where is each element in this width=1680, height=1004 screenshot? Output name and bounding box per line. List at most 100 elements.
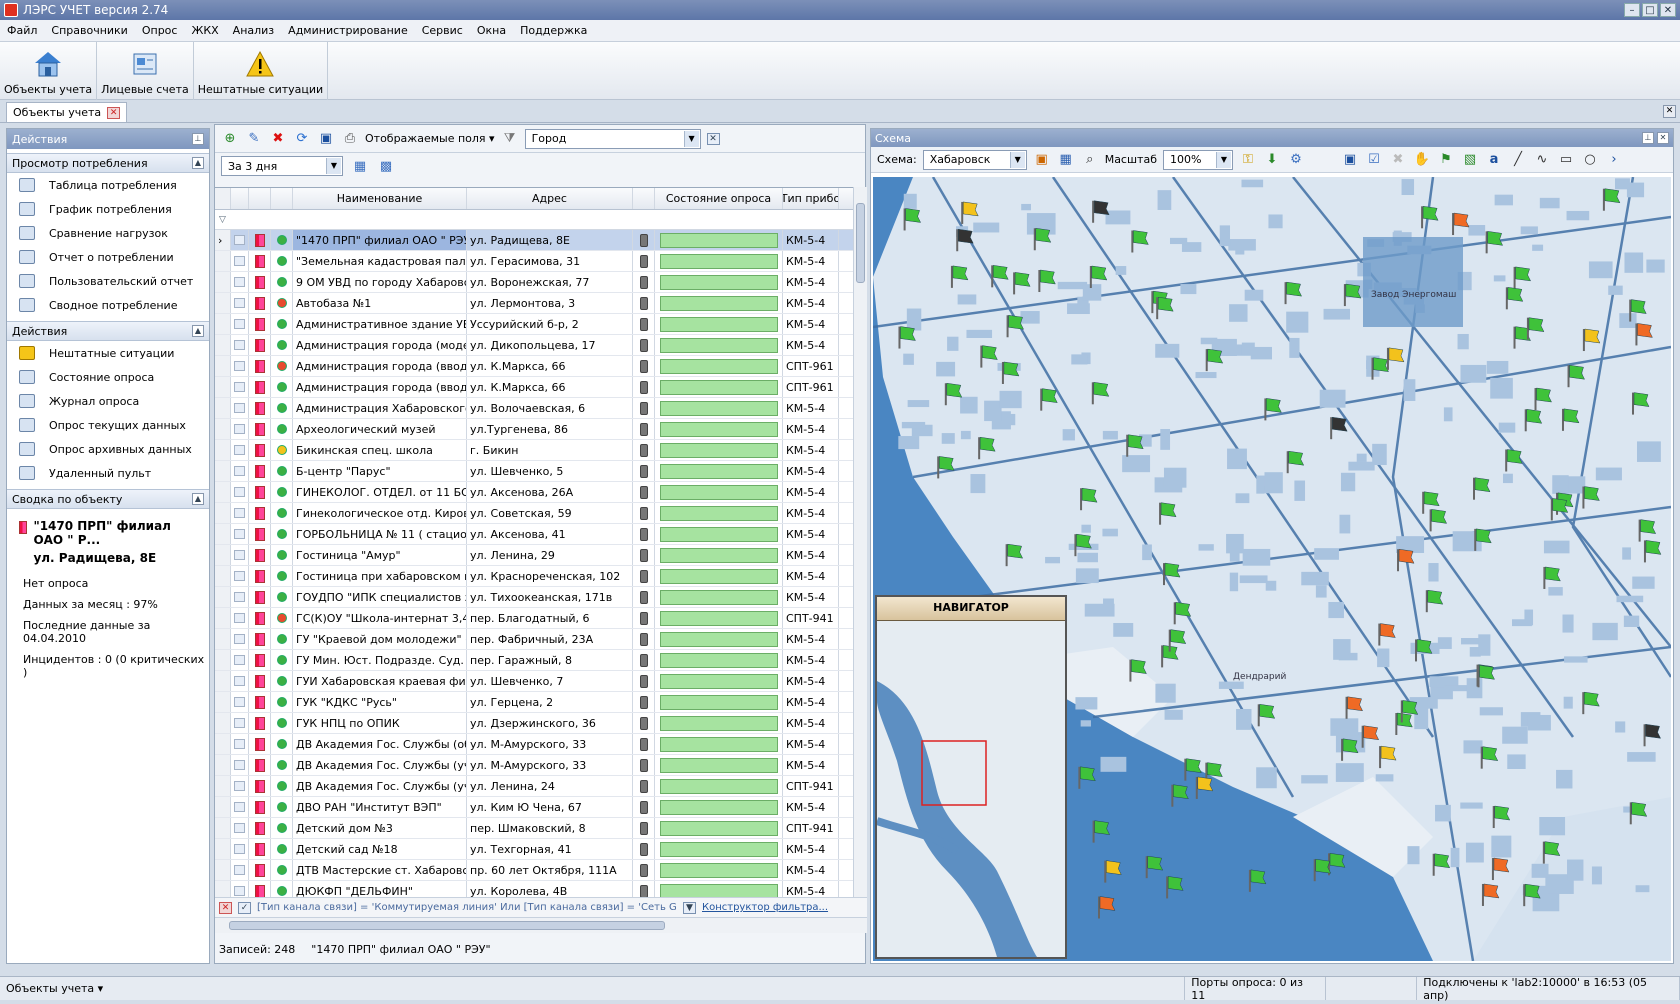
checkbox-icon[interactable] bbox=[234, 256, 245, 266]
table-row[interactable]: Детский сад №18 ул. Техгорная, 41 КМ-5-4 bbox=[215, 839, 853, 860]
collapse-icon[interactable]: ▲ bbox=[192, 325, 204, 337]
checkbox-icon[interactable] bbox=[234, 382, 245, 392]
table-row[interactable]: Администрация города (ввод ... ул. К.Марк… bbox=[215, 356, 853, 377]
flag-icon[interactable]: ⚑ bbox=[1437, 151, 1455, 169]
lp-user-report[interactable]: Пользовательский отчет bbox=[7, 269, 209, 293]
table-row[interactable]: Детский дом №3 пер. Шмаковский, 8 СПТ-941 bbox=[215, 818, 853, 839]
menu-file[interactable]: Файл bbox=[0, 24, 44, 37]
checkbox-icon[interactable] bbox=[234, 466, 245, 476]
table-row[interactable]: ГУИ Хабаровская краевая фил... ул. Шевчен… bbox=[215, 671, 853, 692]
table-row[interactable]: ГУК НПЦ по ОПИК ул. Дзержинского, 36 КМ-5-… bbox=[215, 713, 853, 734]
menu-poll[interactable]: Опрос bbox=[135, 24, 185, 37]
row-checkbox[interactable] bbox=[231, 335, 249, 355]
checkbox-icon[interactable] bbox=[234, 718, 245, 728]
lp-consumption-chart[interactable]: График потребления bbox=[7, 197, 209, 221]
fit-icon[interactable]: ▦ bbox=[1057, 151, 1075, 169]
checkbox-icon[interactable] bbox=[234, 361, 245, 371]
row-checkbox[interactable] bbox=[231, 839, 249, 859]
header-device-type[interactable]: Тип прибо bbox=[783, 188, 839, 209]
lp-consumption-report[interactable]: Отчет о потреблении bbox=[7, 245, 209, 269]
checkbox-icon[interactable] bbox=[234, 550, 245, 560]
table-row[interactable]: Гинекологическое отд. Киров... ул. Советс… bbox=[215, 503, 853, 524]
menu-analysis[interactable]: Анализ bbox=[226, 24, 282, 37]
row-checkbox[interactable] bbox=[231, 755, 249, 775]
filter-dropdown-icon[interactable]: ▼ bbox=[683, 901, 696, 914]
table-row[interactable]: ДЮКФП "ДЕЛЬФИН" ул. Королева, 4В КМ-5-4 bbox=[215, 881, 853, 897]
lp-poll-current[interactable]: Опрос текущих данных bbox=[7, 413, 209, 437]
table-row[interactable]: Гостиница "Амур" ул. Ленина, 29 КМ-5-4 bbox=[215, 545, 853, 566]
checkbox-icon[interactable] bbox=[234, 424, 245, 434]
ribbon-incidents-button[interactable]: Нештатные ситуации bbox=[194, 42, 329, 100]
checkbox-icon[interactable] bbox=[234, 823, 245, 833]
checkbox-icon[interactable] bbox=[234, 739, 245, 749]
line-icon[interactable]: ╱ bbox=[1509, 151, 1527, 169]
header-type[interactable] bbox=[249, 188, 271, 209]
section-consumption-header[interactable]: Просмотр потребления ▲ bbox=[7, 153, 209, 173]
table-row[interactable]: ДВО РАН "Институт ВЭП" ул. Ким Ю Чена, 67… bbox=[215, 797, 853, 818]
auto-filter-row[interactable]: ▽ bbox=[215, 210, 853, 230]
header-state[interactable] bbox=[271, 188, 293, 209]
table-row[interactable]: ГУ "Краевой дом молодежи" (... пер. Фабри… bbox=[215, 629, 853, 650]
row-checkbox[interactable] bbox=[231, 293, 249, 313]
edit-icon[interactable]: ✎ bbox=[245, 130, 263, 148]
checkbox-icon[interactable] bbox=[234, 403, 245, 413]
checkbox-icon[interactable] bbox=[234, 529, 245, 539]
display-fields-button[interactable]: Отображаемые поля ▾ bbox=[365, 132, 495, 145]
section-summary-header[interactable]: Сводка по объекту ▲ bbox=[7, 489, 209, 509]
clear-filter-icon[interactable]: ✕ bbox=[219, 901, 232, 914]
row-checkbox[interactable] bbox=[231, 398, 249, 418]
row-checkbox[interactable] bbox=[231, 419, 249, 439]
close-window-button[interactable]: ✕ bbox=[1660, 3, 1676, 17]
refresh-icon[interactable]: ⟳ bbox=[293, 130, 311, 148]
tab-objects[interactable]: Объекты учета ✕ bbox=[6, 102, 128, 122]
lp-incidents[interactable]: Нештатные ситуации bbox=[7, 341, 209, 365]
navigator-minimap[interactable] bbox=[875, 621, 1065, 957]
table-row[interactable]: ГОУДПО "ИПК специалистов з... ул. Тихооке… bbox=[215, 587, 853, 608]
table-row[interactable]: ДТВ Мастерские ст. Хабаровск... пр. 60 ле… bbox=[215, 860, 853, 881]
save-icon[interactable]: ▣ bbox=[1341, 151, 1359, 169]
checkbox-icon[interactable] bbox=[234, 802, 245, 812]
header-device[interactable] bbox=[633, 188, 655, 209]
checkbox-icon[interactable] bbox=[234, 340, 245, 350]
checkbox-icon[interactable] bbox=[234, 844, 245, 854]
row-checkbox[interactable] bbox=[231, 860, 249, 880]
menu-housing[interactable]: ЖКХ bbox=[184, 24, 225, 37]
close-tab-icon[interactable]: ✕ bbox=[107, 106, 121, 119]
checkbox-icon[interactable] bbox=[234, 571, 245, 581]
table-row[interactable]: Администрация города (модем) ул. Дикополь… bbox=[215, 335, 853, 356]
header-poll-state[interactable]: Состояние опроса bbox=[655, 188, 783, 209]
menu-windows[interactable]: Окна bbox=[470, 24, 513, 37]
chevron-down-icon[interactable]: ▼ bbox=[1009, 151, 1025, 168]
print-icon[interactable]: ⎙ bbox=[341, 130, 359, 148]
row-checkbox[interactable] bbox=[231, 629, 249, 649]
grid-settings-icon[interactable]: ▩ bbox=[377, 157, 395, 175]
menu-service[interactable]: Сервис bbox=[415, 24, 470, 37]
lock-icon[interactable]: ⚿ bbox=[1239, 151, 1257, 169]
checkbox-icon[interactable] bbox=[234, 319, 245, 329]
pin-icon[interactable]: ⊥ bbox=[192, 133, 204, 145]
lp-poll-state[interactable]: Состояние опроса bbox=[7, 365, 209, 389]
checkbox-icon[interactable] bbox=[234, 886, 245, 896]
ribbon-accounts-button[interactable]: Лицевые счета bbox=[97, 42, 194, 100]
status-objects-menu[interactable]: Объекты учета ▾ bbox=[0, 977, 1186, 1000]
header-name[interactable]: Наименование bbox=[293, 188, 467, 209]
checkbox-icon[interactable] bbox=[234, 676, 245, 686]
rectangle-icon[interactable]: ▭ bbox=[1557, 151, 1575, 169]
checkbox-icon[interactable] bbox=[234, 277, 245, 287]
select-area-icon[interactable]: ▣ bbox=[1033, 151, 1051, 169]
table-row[interactable]: ДВ Академия Гос. Службы (об... ул. М-Амур… bbox=[215, 734, 853, 755]
add-icon[interactable]: ⊕ bbox=[221, 130, 239, 148]
collapse-icon[interactable]: ▲ bbox=[192, 157, 204, 169]
checkbox-icon[interactable] bbox=[234, 445, 245, 455]
menu-administration[interactable]: Администрирование bbox=[281, 24, 415, 37]
scheme-combo[interactable]: Хабаровск ▼ bbox=[922, 149, 1027, 170]
text-icon[interactable]: a bbox=[1485, 151, 1503, 169]
row-checkbox[interactable] bbox=[231, 566, 249, 586]
table-row[interactable]: 9 ОМ УВД по городу Хабаровску ул. Воронеж… bbox=[215, 272, 853, 293]
maximize-button[interactable]: □ bbox=[1642, 3, 1658, 17]
row-checkbox[interactable] bbox=[231, 734, 249, 754]
row-checkbox[interactable] bbox=[231, 440, 249, 460]
row-checkbox[interactable] bbox=[231, 713, 249, 733]
map-canvas[interactable]: Завод Энергомаш Дендрарий НАВИГАТОР bbox=[873, 177, 1671, 961]
lp-poll-log[interactable]: Журнал опроса bbox=[7, 389, 209, 413]
